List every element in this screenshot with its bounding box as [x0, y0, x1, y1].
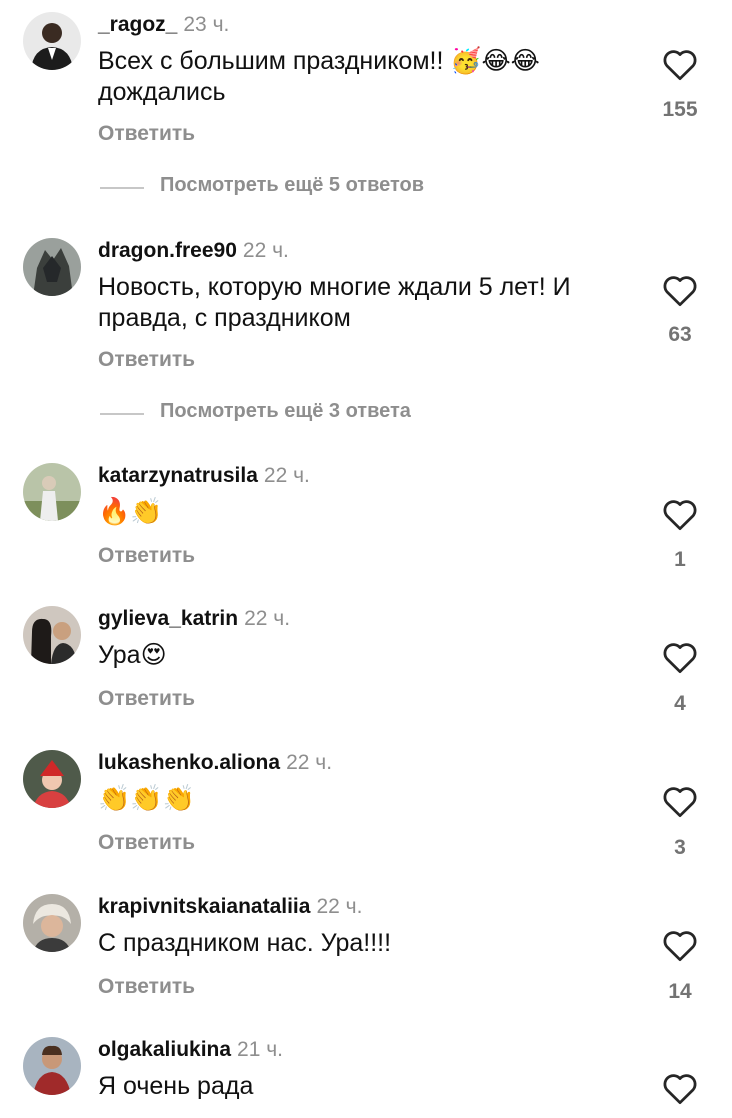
avatar[interactable] — [23, 894, 81, 952]
reply-button[interactable]: Ответить — [98, 348, 195, 372]
heart-outline-icon — [663, 276, 697, 307]
heart-outline-icon — [663, 1074, 697, 1105]
like-count: 14 — [668, 980, 692, 1003]
heart-outline-icon — [663, 931, 697, 962]
like-count: 4 — [674, 692, 686, 715]
comments-feed: _ragoz_ 23 ч. Всех с большим праздником!!… — [0, 0, 732, 1118]
like-count: 3 — [674, 836, 686, 859]
replies-divider — [100, 187, 144, 189]
avatar[interactable] — [23, 463, 81, 521]
username[interactable]: _ragoz_ — [98, 13, 177, 36]
avatar[interactable] — [23, 12, 81, 70]
comment-meta: _ragoz_ 23 ч. — [98, 12, 229, 38]
heart-outline-icon — [663, 500, 697, 531]
like-button[interactable] — [661, 928, 699, 962]
comment-text: Всех с большим праздником!! 🥳😂😂 дождалис… — [98, 47, 540, 106]
heart-outline-icon — [663, 787, 697, 818]
comment-text: С праздником нас. Ура!!!! — [98, 929, 392, 957]
avatar[interactable] — [23, 1037, 81, 1095]
comment-text: Новость, которую многие ждали 5 лет! И п… — [98, 273, 571, 332]
like-button[interactable] — [661, 640, 699, 674]
timestamp: 22 ч. — [316, 895, 363, 918]
comment-meta: krapivnitskaianataliia 22 ч. — [98, 894, 362, 920]
like-count: 155 — [662, 98, 698, 121]
view-more-replies-label[interactable]: Посмотреть ещё 3 ответа — [160, 400, 411, 423]
timestamp: 22 ч. — [242, 239, 289, 262]
avatar[interactable] — [23, 606, 81, 664]
like-button[interactable] — [661, 273, 699, 307]
avatar[interactable] — [23, 750, 81, 808]
comment-text: Ура😍 — [98, 641, 167, 669]
timestamp: 21 ч. — [237, 1038, 284, 1061]
reply-button[interactable]: Ответить — [98, 831, 195, 855]
comment-text: Я очень рада — [98, 1072, 254, 1100]
like-count: 1 — [674, 548, 686, 571]
like-button[interactable] — [661, 784, 699, 818]
like-button[interactable] — [661, 47, 699, 81]
comment-text: 👏👏👏 — [98, 784, 196, 814]
comment-text: 🔥👏 — [98, 497, 163, 527]
comment-meta: gylieva_katrin 22 ч. — [98, 606, 290, 632]
reply-button[interactable]: Ответить — [98, 544, 195, 568]
comment-meta: lukashenko.aliona 22 ч. — [98, 750, 332, 776]
like-button[interactable] — [661, 497, 699, 531]
reply-button[interactable]: Ответить — [98, 122, 195, 146]
timestamp: 23 ч. — [183, 13, 230, 36]
timestamp: 22 ч. — [244, 607, 291, 630]
heart-outline-icon — [663, 50, 697, 81]
username[interactable]: katarzynatrusila — [98, 464, 258, 487]
view-more-replies-label[interactable]: Посмотреть ещё 5 ответов — [160, 174, 424, 197]
timestamp: 22 ч. — [286, 751, 333, 774]
username[interactable]: gylieva_katrin — [98, 607, 238, 630]
reply-button[interactable]: Ответить — [98, 975, 195, 999]
reply-button[interactable]: Ответить — [98, 687, 195, 711]
username[interactable]: lukashenko.aliona — [98, 751, 280, 774]
username[interactable]: olgakaliukina — [98, 1038, 231, 1061]
avatar[interactable] — [23, 238, 81, 296]
comment-meta: olgakaliukina 21 ч. — [98, 1037, 283, 1063]
comment-meta: katarzynatrusila 22 ч. — [98, 463, 310, 489]
replies-divider — [100, 413, 144, 415]
comment-meta: dragon.free90 22 ч. — [98, 238, 289, 264]
like-count: 63 — [668, 323, 692, 346]
username[interactable]: krapivnitskaianataliia — [98, 895, 310, 918]
like-button[interactable] — [661, 1071, 699, 1105]
username[interactable]: dragon.free90 — [98, 239, 237, 262]
timestamp: 22 ч. — [263, 464, 310, 487]
heart-outline-icon — [663, 643, 697, 674]
